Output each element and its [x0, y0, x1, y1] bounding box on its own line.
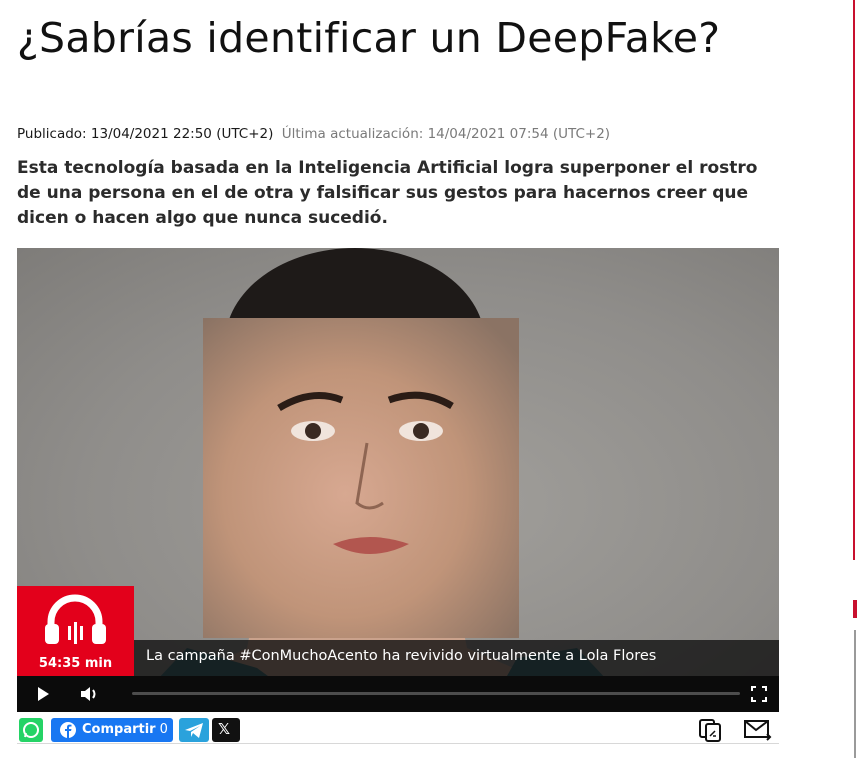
- article-lead: Esta tecnología basada en la Inteligenci…: [17, 158, 758, 228]
- facebook-share-count: 0: [159, 722, 168, 737]
- published-date: Publicado: 13/04/2021 22:50 (UTC+2): [17, 126, 274, 142]
- headphones-icon: [45, 594, 106, 644]
- updated-date: Última actualización: 14/04/2021 07:54 (…: [281, 126, 611, 142]
- podcast-badge[interactable]: 54:35 min: [17, 586, 134, 676]
- sidebar-edge: [849, 0, 857, 758]
- fullscreen-icon[interactable]: [751, 686, 767, 702]
- facebook-share-label: Compartir: [82, 722, 156, 737]
- sidebar-accent-mark: [853, 600, 857, 618]
- duration-label: 54:35 min: [38, 656, 113, 671]
- sidebar-accent-line: [853, 0, 855, 560]
- article-title: ¿Sabrías identificar un DeepFake?: [17, 14, 721, 62]
- telegram-share-button[interactable]: [179, 718, 209, 742]
- play-icon[interactable]: [37, 687, 49, 701]
- whatsapp-icon: [23, 722, 39, 738]
- video-caption: La campaña #ConMuchoAcento ha revivido v…: [134, 640, 779, 676]
- volume-icon[interactable]: [81, 686, 101, 702]
- whatsapp-share-button[interactable]: [19, 718, 43, 742]
- progress-bar[interactable]: [132, 692, 740, 695]
- player-controls: [17, 676, 779, 712]
- facebook-icon: [60, 722, 76, 738]
- facebook-share-button[interactable]: Compartir 0: [51, 718, 173, 742]
- share-bar: Compartir 0 𝕏: [17, 716, 779, 744]
- email-share-icon[interactable]: [743, 717, 773, 743]
- article-meta: Publicado: 13/04/2021 22:50 (UTC+2) Últi…: [17, 126, 610, 142]
- x-share-button[interactable]: 𝕏: [212, 718, 240, 742]
- copy-link-icon[interactable]: [697, 717, 727, 743]
- telegram-icon: [185, 723, 203, 738]
- sidebar-divider-line: [854, 630, 856, 758]
- x-icon: 𝕏: [218, 720, 231, 738]
